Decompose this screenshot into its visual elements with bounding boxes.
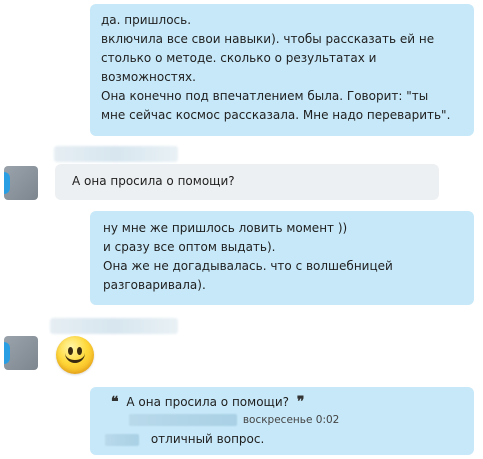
smile-emoticon-icon bbox=[56, 336, 94, 374]
message-line: Она же не догадывалась. что с волшебнице… bbox=[103, 259, 393, 273]
message-line: да. пришлось. bbox=[101, 13, 192, 27]
outgoing-message[interactable]: ну мне же пришлось ловить момент )) и ср… bbox=[90, 211, 474, 305]
contact-avatar[interactable] bbox=[4, 336, 38, 370]
incoming-message[interactable]: А она просила о помощи? bbox=[55, 164, 439, 200]
reply-sender-redacted bbox=[105, 433, 139, 446]
message-line: Она конечно под впечатлением была. Говор… bbox=[101, 89, 429, 103]
online-status-icon bbox=[4, 342, 10, 364]
message-line: разговаривала). bbox=[103, 278, 206, 292]
quoted-text: А она просила о помощи? bbox=[126, 395, 290, 409]
reply-text: отличный вопрос. bbox=[150, 432, 265, 446]
quoted-message: ❝ А она просила о помощи? ❞ bbox=[111, 393, 474, 412]
message-line: включила все свои навыки). чтобы рассказ… bbox=[101, 32, 435, 46]
quote-close-icon: ❞ bbox=[296, 394, 305, 410]
sender-name-redacted bbox=[54, 146, 178, 162]
reply: отличный вопрос. bbox=[105, 429, 474, 449]
quote-meta: воскресенье 0:02 bbox=[129, 412, 474, 427]
quote-timestamp: воскресенье 0:02 bbox=[242, 414, 340, 426]
outgoing-quote-message[interactable]: ❝ А она просила о помощи? ❞ воскресенье … bbox=[90, 387, 474, 455]
message-text: А она просила о помощи? bbox=[72, 174, 235, 188]
message-line: возможностях. bbox=[101, 70, 196, 84]
message-line: столько о методе. сколько о результатах … bbox=[101, 51, 377, 65]
quote-open-icon: ❝ bbox=[111, 394, 119, 410]
quoted-sender-redacted bbox=[129, 413, 237, 426]
contact-avatar[interactable] bbox=[4, 166, 38, 200]
message-line: ну мне же пришлось ловить момент )) bbox=[103, 221, 348, 235]
outgoing-message[interactable]: да. пришлось. включила все свои навыки).… bbox=[90, 4, 474, 136]
chat-history: да. пришлось. включила все свои навыки).… bbox=[0, 0, 483, 459]
sender-name-redacted bbox=[50, 318, 178, 334]
online-status-icon bbox=[4, 172, 10, 194]
message-line: и сразу все оптом выдать). bbox=[103, 240, 276, 254]
emoticon-mouth bbox=[65, 352, 85, 363]
message-line: мне сейчас космос рассказала. Мне надо п… bbox=[101, 108, 451, 122]
